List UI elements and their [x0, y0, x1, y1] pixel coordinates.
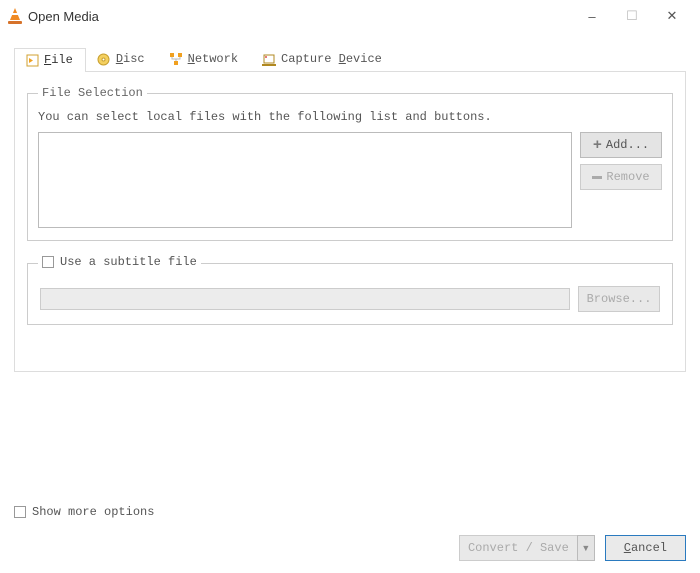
remove-button[interactable]: Remove: [580, 164, 662, 190]
tab-disc[interactable]: Disc: [86, 47, 158, 71]
show-more-label: Show more options: [32, 505, 154, 519]
tab-network[interactable]: Network: [158, 47, 251, 71]
disc-icon: [97, 52, 111, 66]
convert-save-label: Convert / Save: [468, 541, 569, 555]
tab-network-label: Network: [188, 52, 238, 66]
subtitle-path-input[interactable]: [40, 288, 570, 310]
convert-save-button[interactable]: Convert / Save: [459, 535, 577, 561]
cancel-label: Cancel: [624, 541, 667, 555]
add-button-label: Add...: [606, 138, 649, 152]
remove-button-label: Remove: [606, 170, 649, 184]
tab-file-label: File: [44, 53, 73, 67]
window-controls: – ☐ ✕: [572, 2, 692, 30]
dialog-content: File Disc Network Capture Device File Se…: [0, 32, 700, 378]
tabs: File Disc Network Capture Device: [14, 44, 686, 72]
maximize-button[interactable]: ☐: [612, 2, 652, 30]
file-list[interactable]: [38, 132, 572, 228]
titlebar: Open Media – ☐ ✕: [0, 0, 700, 32]
subtitle-checkbox[interactable]: Use a subtitle file: [42, 255, 197, 269]
file-selection-legend: File Selection: [38, 86, 147, 100]
show-more-checkbox[interactable]: Show more options: [14, 505, 154, 519]
subtitle-legend: Use a subtitle file: [38, 255, 201, 272]
browse-button-label: Browse...: [587, 292, 652, 306]
subtitle-checkbox-label: Use a subtitle file: [60, 255, 197, 269]
tab-capture[interactable]: Capture Device: [251, 47, 395, 71]
tab-capture-label: Capture Device: [281, 52, 382, 66]
browse-button[interactable]: Browse...: [578, 286, 660, 312]
file-selection-group: File Selection You can select local file…: [27, 86, 673, 241]
tab-disc-label: Disc: [116, 52, 145, 66]
dialog-footer: Show more options Convert / Save ▼ Cance…: [0, 495, 700, 573]
cancel-button[interactable]: Cancel: [605, 535, 686, 561]
file-icon: [25, 53, 39, 67]
checkbox-box-icon: [14, 506, 26, 518]
add-button[interactable]: + Add...: [580, 132, 662, 158]
window-title: Open Media: [28, 9, 572, 24]
checkbox-box-icon: [42, 256, 54, 268]
capture-icon: [262, 52, 276, 66]
vlc-cone-icon: [8, 8, 22, 24]
subtitle-group: Use a subtitle file Browse...: [27, 255, 673, 325]
minimize-button[interactable]: –: [572, 2, 612, 30]
plus-icon: +: [593, 138, 602, 153]
tab-file[interactable]: File: [14, 48, 86, 72]
chevron-down-icon: ▼: [581, 543, 590, 553]
file-selection-help: You can select local files with the foll…: [38, 110, 662, 124]
close-button[interactable]: ✕: [652, 2, 692, 30]
minus-icon: [592, 176, 602, 179]
convert-save-dropdown[interactable]: ▼: [577, 535, 595, 561]
convert-save-splitbutton: Convert / Save ▼: [459, 535, 595, 561]
network-icon: [169, 52, 183, 66]
tab-panel-file: File Selection You can select local file…: [14, 72, 686, 372]
